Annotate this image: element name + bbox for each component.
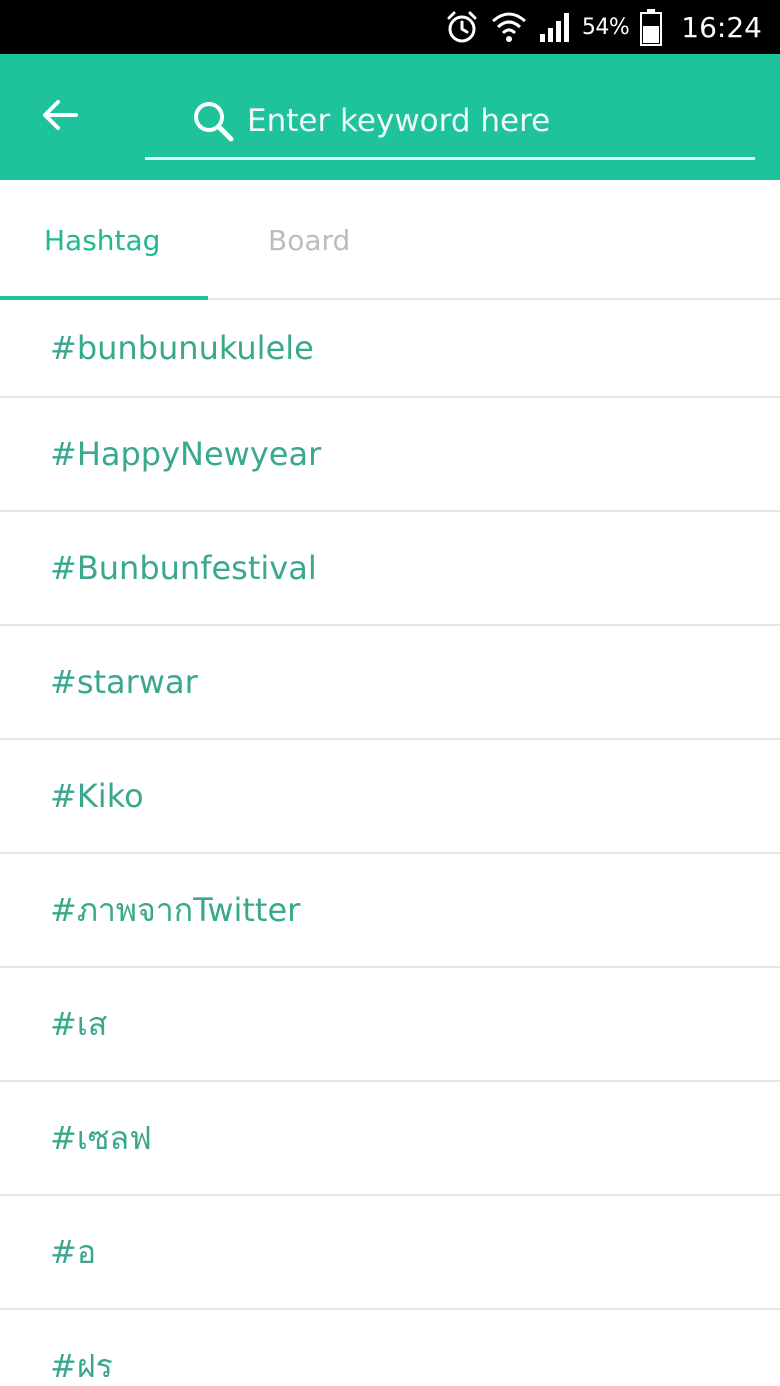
wifi-icon (490, 9, 528, 45)
status-bar: 54% 16:24 (0, 0, 780, 54)
signal-icon (538, 10, 572, 44)
tab-bar: Hashtag Board (0, 180, 780, 300)
tab-hashtag[interactable]: Hashtag (44, 180, 160, 300)
battery-percent: 54% (581, 14, 630, 40)
search-icon (191, 99, 235, 143)
alarm-icon (444, 9, 480, 45)
hashtag-item[interactable]: #starwar (0, 626, 780, 740)
hashtag-item[interactable]: #เส (0, 968, 780, 1082)
search-field[interactable] (145, 84, 755, 160)
back-button[interactable] (30, 90, 90, 144)
search-input[interactable] (247, 90, 755, 151)
hashtag-item[interactable]: #HappyNewyear (0, 398, 780, 512)
hashtag-item[interactable]: #ฝร (0, 1310, 780, 1386)
hashtag-item[interactable]: #ภาพจากTwitter (0, 854, 780, 968)
battery-icon (639, 8, 663, 46)
hashtag-item[interactable]: #เซลฟ (0, 1082, 780, 1196)
tab-board[interactable]: Board (268, 180, 350, 300)
app-bar (0, 54, 780, 180)
hashtag-list: #bunbunukulele #HappyNewyear #Bunbunfest… (0, 300, 780, 1386)
arrow-left-icon (40, 97, 80, 137)
hashtag-item[interactable]: #Kiko (0, 740, 780, 854)
hashtag-item[interactable]: #bunbunukulele (0, 300, 780, 398)
hashtag-item[interactable]: #อ (0, 1196, 780, 1310)
hashtag-item[interactable]: #Bunbunfestival (0, 512, 780, 626)
clock: 16:24 (681, 10, 762, 44)
